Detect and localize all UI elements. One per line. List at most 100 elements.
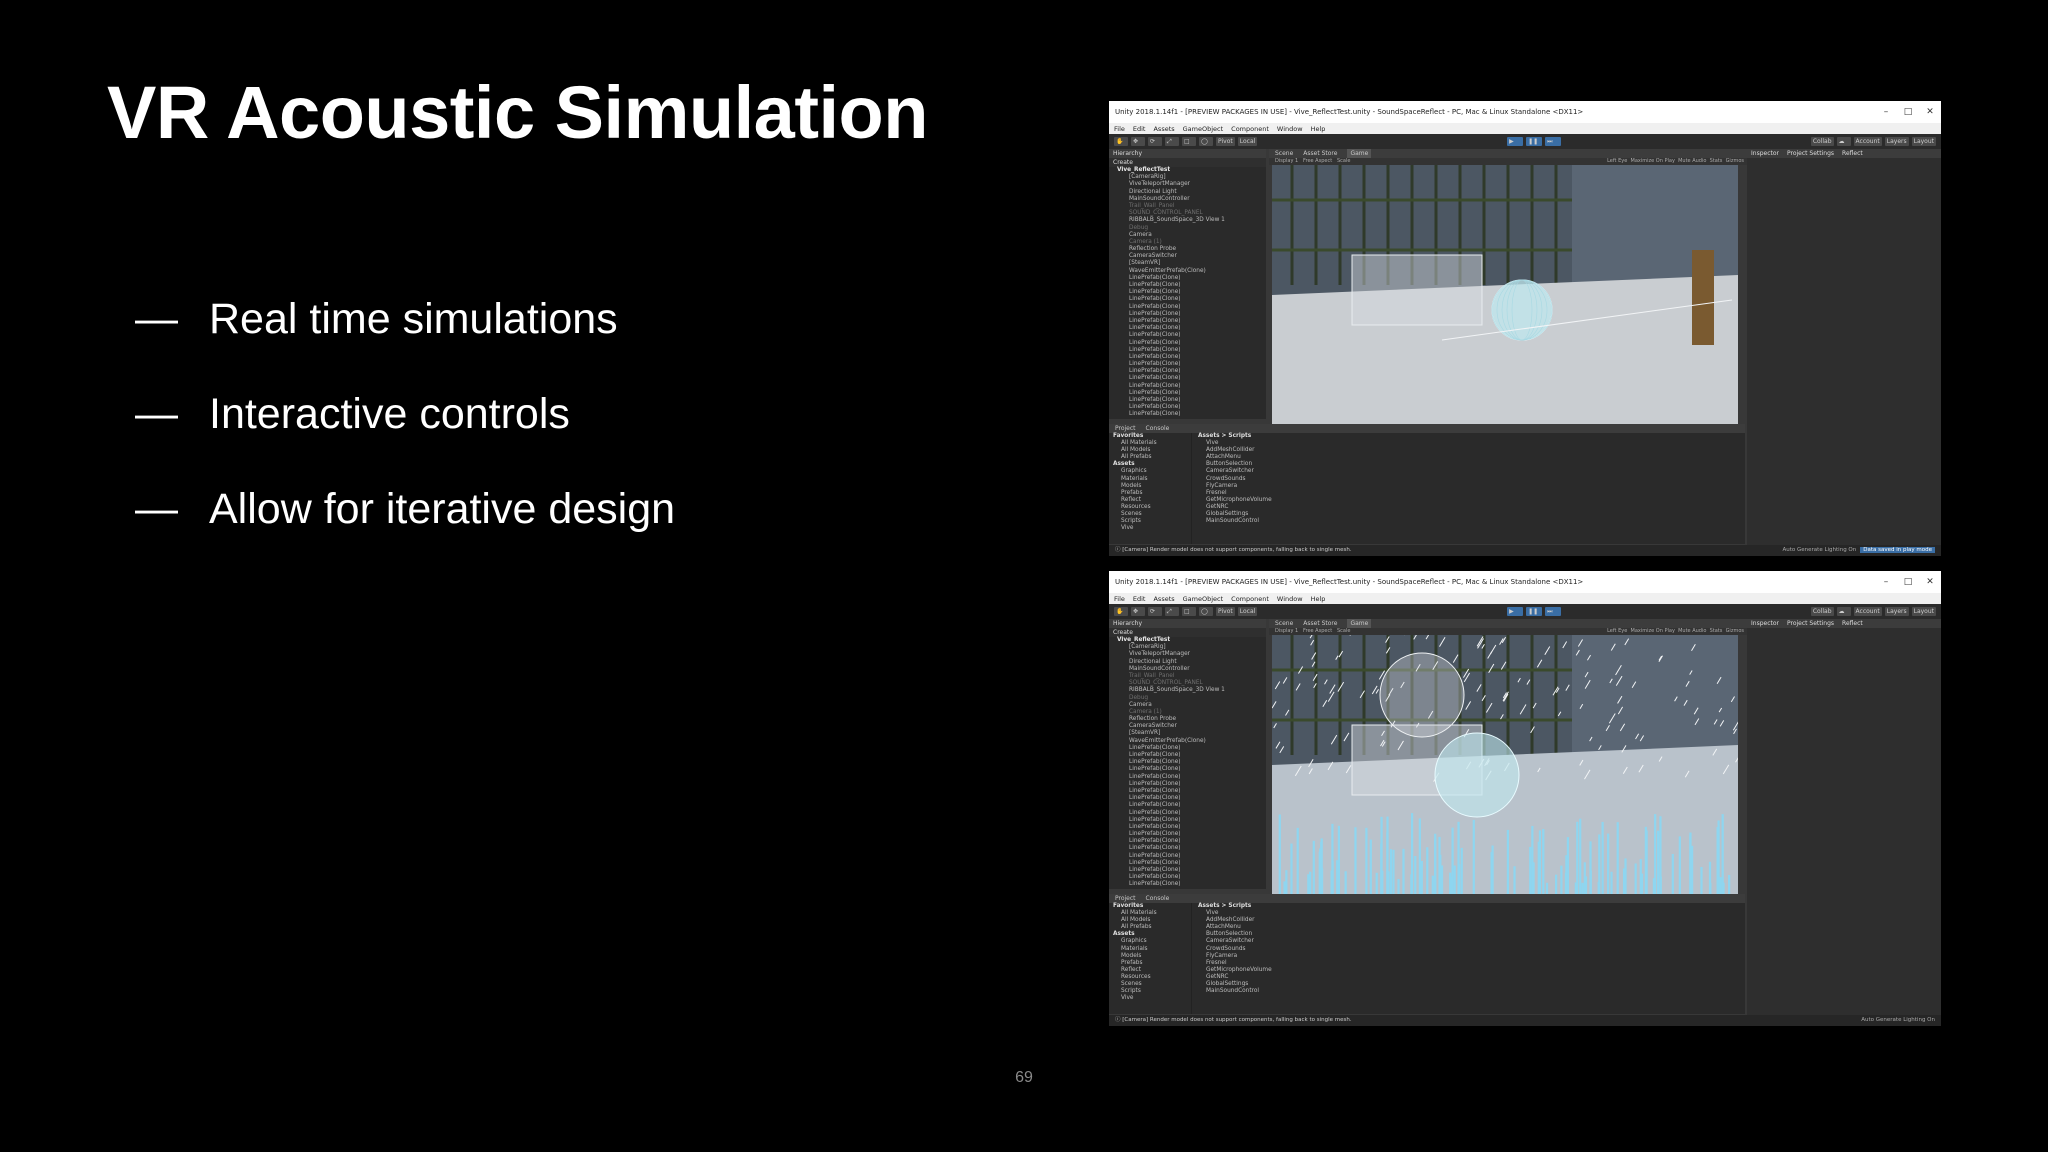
script-asset[interactable]: AttachMenu [1194,454,1745,461]
hierarchy-item[interactable]: Debug [1109,695,1266,702]
hierarchy-item[interactable]: LinePrefab(Clone) [1109,375,1266,382]
tab-project-settings[interactable]: Project Settings [1787,619,1834,628]
assets-folder[interactable]: Materials [1109,946,1191,953]
tab-project[interactable]: Project [1115,424,1136,433]
stats-toggle[interactable]: Stats [1710,628,1723,634]
favorites-header[interactable]: Favorites [1109,903,1191,910]
menu-component[interactable]: Component [1231,595,1269,603]
account-dropdown[interactable]: Account [1853,137,1882,146]
asset-breadcrumb[interactable]: Assets > Scripts [1194,433,1745,440]
scale-tool-icon[interactable]: ⤢ [1165,607,1179,616]
menu-gameobject[interactable]: GameObject [1183,595,1224,603]
assets-folder[interactable]: Graphics [1109,938,1191,945]
menu-help[interactable]: Help [1311,125,1326,133]
hierarchy-item[interactable]: CameraSwitcher [1109,253,1266,260]
hierarchy-scene-root[interactable]: Vive_ReflectTest [1109,167,1266,174]
collab-button[interactable]: Collab [1810,607,1834,616]
tab-console[interactable]: Console [1146,894,1170,903]
layout-dropdown[interactable]: Layout [1911,137,1937,146]
hierarchy-item[interactable]: WaveEmitterPrefab(Clone) [1109,738,1266,745]
eye-dropdown[interactable]: Left Eye [1607,628,1627,634]
assets-folder[interactable]: Scripts [1109,988,1191,995]
hierarchy-create-button[interactable]: Create [1109,628,1266,637]
script-asset[interactable]: MainSoundControl [1194,988,1745,995]
hierarchy-item[interactable]: Directional Light [1109,659,1266,666]
tab-reflect[interactable]: Reflect [1842,619,1863,628]
hierarchy-item[interactable]: LinePrefab(Clone) [1109,759,1266,766]
hierarchy-item[interactable]: LinePrefab(Clone) [1109,282,1266,289]
hierarchy-item[interactable]: LinePrefab(Clone) [1109,404,1266,411]
hierarchy-item[interactable]: [CameraRig] [1109,644,1266,651]
pivot-toggle[interactable]: Pivot [1216,607,1235,616]
rect-tool-icon[interactable]: □ [1182,607,1196,616]
hierarchy-item[interactable]: LinePrefab(Clone) [1109,340,1266,347]
hierarchy-item[interactable]: Trail_Wall_Panel [1109,203,1266,210]
move-tool-icon[interactable]: ✥ [1131,137,1145,146]
hierarchy-item[interactable]: LinePrefab(Clone) [1109,368,1266,375]
scale-tool-icon[interactable]: ⤢ [1165,137,1179,146]
maximize-icon[interactable]: □ [1897,577,1919,587]
script-asset[interactable]: Fresnel [1194,960,1745,967]
assets-folder[interactable]: Graphics [1109,468,1191,475]
hierarchy-item[interactable]: LinePrefab(Clone) [1109,745,1266,752]
assets-folder[interactable]: Prefabs [1109,490,1191,497]
hierarchy-item[interactable]: LinePrefab(Clone) [1109,390,1266,397]
pivot-toggle[interactable]: Pivot [1216,137,1235,146]
hierarchy-create-button[interactable]: Create [1109,158,1266,167]
hierarchy-item[interactable]: LinePrefab(Clone) [1109,332,1266,339]
tab-game[interactable]: Game [1347,619,1372,628]
assets-folder[interactable]: Materials [1109,476,1191,483]
assets-folder[interactable]: Scripts [1109,518,1191,525]
game-viewport[interactable] [1271,626,1742,903]
hierarchy-item[interactable]: LinePrefab(Clone) [1109,881,1266,888]
rotate-tool-icon[interactable]: ⟳ [1148,137,1162,146]
hierarchy-item[interactable]: ViveTeleportManager [1109,181,1266,188]
menu-assets[interactable]: Assets [1153,125,1174,133]
script-asset[interactable]: GetNRC [1194,974,1745,981]
hierarchy-item[interactable]: [SteamVR] [1109,730,1266,737]
hierarchy-item[interactable]: CameraSwitcher [1109,723,1266,730]
hierarchy-item[interactable]: LinePrefab(Clone) [1109,802,1266,809]
script-asset[interactable]: ButtonSelection [1194,461,1745,468]
tab-project[interactable]: Project [1115,894,1136,903]
script-asset[interactable]: CameraSwitcher [1194,938,1745,945]
script-asset[interactable]: ButtonSelection [1194,931,1745,938]
transform-tool-icon[interactable]: ◯ [1199,607,1213,616]
script-asset[interactable]: GetNRC [1194,504,1745,511]
hierarchy-item[interactable]: LinePrefab(Clone) [1109,311,1266,318]
menu-assets[interactable]: Assets [1153,595,1174,603]
hierarchy-item[interactable]: LinePrefab(Clone) [1109,275,1266,282]
hierarchy-item[interactable]: LinePrefab(Clone) [1109,397,1266,404]
mute-audio-toggle[interactable]: Mute Audio [1678,628,1706,634]
rotate-tool-icon[interactable]: ⟳ [1148,607,1162,616]
asset-breadcrumb[interactable]: Assets > Scripts [1194,903,1745,910]
menu-edit[interactable]: Edit [1133,125,1146,133]
layout-dropdown[interactable]: Layout [1911,607,1937,616]
hierarchy-item[interactable]: LinePrefab(Clone) [1109,383,1266,390]
script-asset[interactable]: AddMeshCollider [1194,917,1745,924]
hierarchy-item[interactable]: ViveTeleportManager [1109,651,1266,658]
hierarchy-item[interactable]: LinePrefab(Clone) [1109,817,1266,824]
play-icon[interactable]: ▶ [1507,137,1524,146]
tab-console[interactable]: Console [1146,424,1170,433]
favorites-item[interactable]: All Materials [1109,440,1191,447]
favorites-item[interactable]: All Prefabs [1109,454,1191,461]
close-icon[interactable]: ✕ [1919,107,1941,117]
hierarchy-item[interactable]: LinePrefab(Clone) [1109,853,1266,860]
play-icon[interactable]: ▶ [1507,607,1524,616]
hierarchy-item[interactable]: LinePrefab(Clone) [1109,860,1266,867]
step-icon[interactable]: ⏭ [1545,137,1562,146]
script-asset[interactable]: CrowdSounds [1194,946,1745,953]
hierarchy-item[interactable]: Directional Light [1109,189,1266,196]
script-asset[interactable]: GetMicrophoneVolume [1194,967,1745,974]
hierarchy-item[interactable]: [SteamVR] [1109,260,1266,267]
script-asset[interactable]: MainSoundControl [1194,518,1745,525]
cloud-icon[interactable]: ☁ [1836,607,1851,616]
hierarchy-item[interactable]: LinePrefab(Clone) [1109,766,1266,773]
move-tool-icon[interactable]: ✥ [1131,607,1145,616]
minimize-icon[interactable]: – [1875,107,1897,117]
tab-asset-store[interactable]: Asset Store [1303,619,1337,628]
assets-header[interactable]: Assets [1109,931,1191,938]
local-toggle[interactable]: Local [1237,607,1258,616]
hierarchy-item[interactable]: RIBBALB_SoundSpace_3D View 1 [1109,687,1266,694]
